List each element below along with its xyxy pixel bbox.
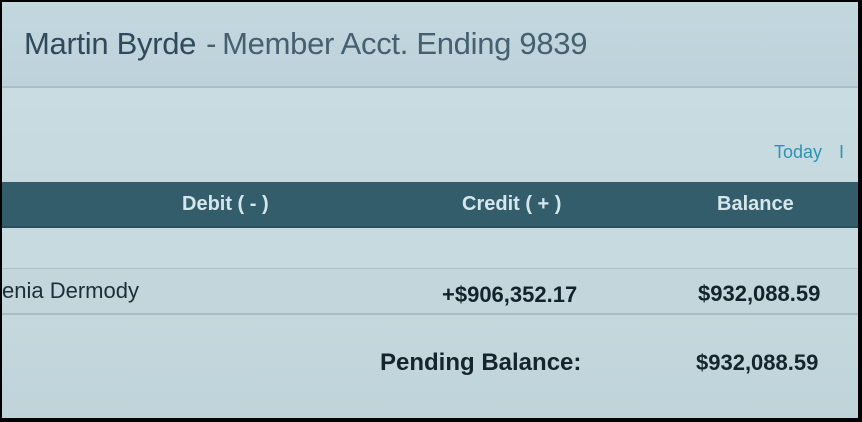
pending-balance-value: $932,088.59 bbox=[696, 350, 819, 375]
table-spacer-row bbox=[2, 228, 858, 269]
account-label: Member Acct. Ending 9839 bbox=[222, 26, 588, 61]
transactions-table-header: Debit ( - ) Credit ( + ) Balance bbox=[2, 182, 858, 228]
title-separator: - bbox=[206, 26, 217, 61]
today-filter-link[interactable]: Today bbox=[774, 142, 822, 163]
page-title: Martin Byrde - Member Acct. Ending 9839 bbox=[24, 26, 587, 62]
column-header-debit[interactable]: Debit ( - ) bbox=[182, 193, 269, 216]
member-name: Martin Byrde bbox=[24, 26, 197, 61]
pending-balance-label: Pending Balance: bbox=[380, 349, 582, 376]
filter-divider: I bbox=[838, 142, 844, 162]
pending-balance-row: Pending Balance: $932,088.59 bbox=[2, 315, 858, 418]
transaction-balance: $932,088.59 bbox=[698, 281, 821, 306]
column-header-balance[interactable]: Balance bbox=[717, 193, 794, 216]
table-row[interactable]: enia Dermody +$906,352.17 $932,088.59 bbox=[2, 269, 858, 315]
date-filter-bar: Today I bbox=[2, 88, 858, 182]
column-header-credit[interactable]: Credit ( + ) bbox=[462, 193, 561, 216]
transaction-description: enia Dermody bbox=[2, 278, 139, 303]
account-screen: Martin Byrde - Member Acct. Ending 9839 To… bbox=[2, 2, 858, 418]
transaction-credit: +$906,352.17 bbox=[442, 282, 578, 307]
account-header: Martin Byrde - Member Acct. Ending 9839 bbox=[2, 2, 858, 88]
